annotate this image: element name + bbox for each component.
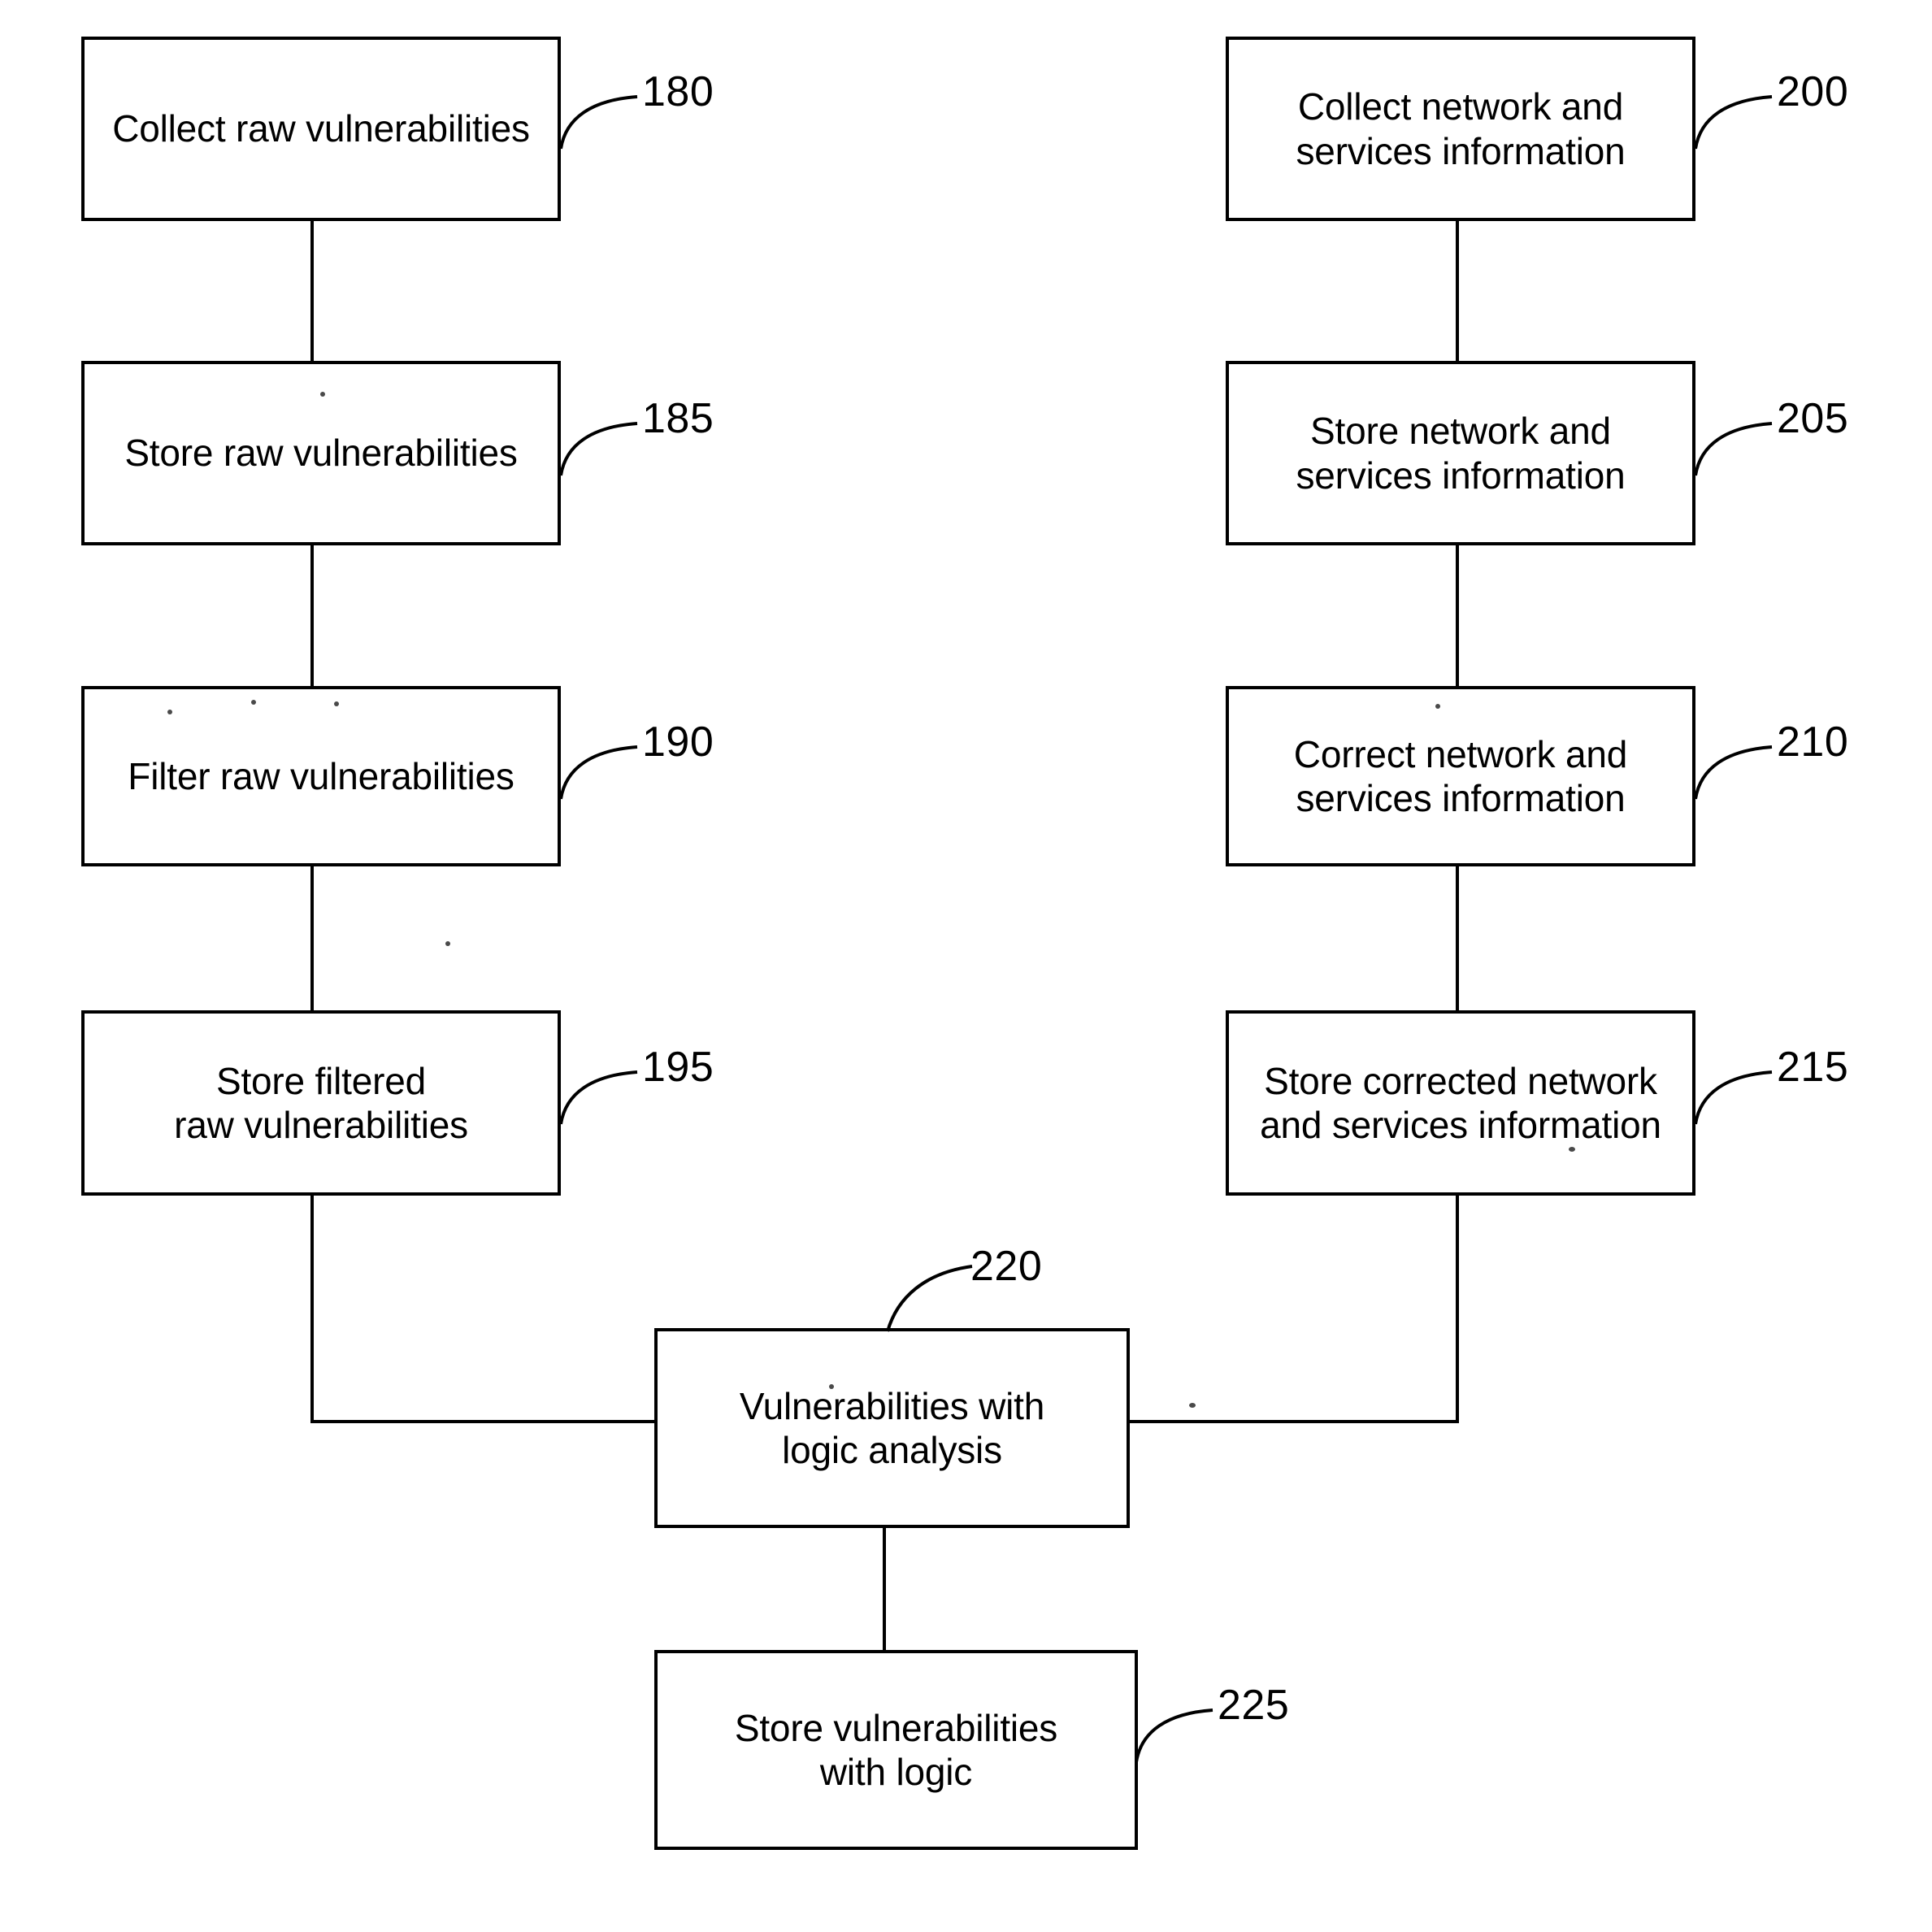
node-store-raw-vulnerabilities[interactable]: Store raw vulnerabilities bbox=[81, 361, 561, 545]
node-label: Collect raw vulnerabilities bbox=[112, 107, 530, 150]
node-correct-network-services-information[interactable]: Correct network and services information bbox=[1226, 686, 1695, 866]
node-store-filtered-raw-vulnerabilities[interactable]: Store filtered raw vulnerabilities bbox=[81, 1010, 561, 1196]
scan-speck bbox=[1569, 1147, 1575, 1152]
edge-190-195 bbox=[310, 866, 314, 1011]
ref-number-215: 215 bbox=[1777, 1044, 1849, 1091]
node-label: Store vulnerabilities with logic bbox=[734, 1706, 1058, 1793]
edge-200-205 bbox=[1456, 219, 1459, 363]
leader-line-220 bbox=[876, 1252, 982, 1333]
node-vulnerabilities-with-logic-analysis[interactable]: Vulnerabilities with logic analysis bbox=[654, 1328, 1130, 1528]
leader-line-195 bbox=[559, 1044, 649, 1126]
edge-195-220-vertical bbox=[310, 1195, 314, 1423]
edge-220-225 bbox=[883, 1526, 886, 1652]
flowchart-canvas: Collect raw vulnerabilities Store raw vu… bbox=[0, 0, 1932, 1932]
ref-number-185: 185 bbox=[642, 395, 714, 442]
ref-number-210: 210 bbox=[1777, 719, 1849, 766]
edge-215-220-horizontal bbox=[1128, 1420, 1459, 1423]
ref-number-220: 220 bbox=[970, 1243, 1043, 1290]
edge-210-215 bbox=[1456, 866, 1459, 1011]
scan-speck bbox=[320, 392, 325, 397]
edge-215-220-vertical bbox=[1456, 1195, 1459, 1423]
edge-205-210 bbox=[1456, 545, 1459, 688]
node-collect-network-services-information[interactable]: Collect network and services information bbox=[1226, 37, 1695, 221]
node-store-network-services-information[interactable]: Store network and services information bbox=[1226, 361, 1695, 545]
leader-line-210 bbox=[1694, 719, 1783, 801]
scan-speck bbox=[1435, 704, 1440, 709]
scan-speck bbox=[1189, 1403, 1196, 1408]
node-store-corrected-network-services-information[interactable]: Store corrected network and services inf… bbox=[1226, 1010, 1695, 1196]
ref-number-195: 195 bbox=[642, 1044, 714, 1091]
ref-number-200: 200 bbox=[1777, 68, 1849, 115]
node-store-vulnerabilities-with-logic[interactable]: Store vulnerabilities with logic bbox=[654, 1650, 1138, 1850]
leader-line-225 bbox=[1135, 1682, 1224, 1764]
ref-number-225: 225 bbox=[1218, 1682, 1290, 1729]
ref-number-205: 205 bbox=[1777, 395, 1849, 442]
ref-number-190: 190 bbox=[642, 719, 714, 766]
leader-line-215 bbox=[1694, 1044, 1783, 1126]
node-label: Collect network and services information bbox=[1296, 85, 1626, 172]
edge-195-220-horizontal bbox=[310, 1420, 658, 1423]
scan-speck bbox=[251, 700, 256, 705]
node-label: Filter raw vulnerabilities bbox=[128, 754, 514, 797]
scan-speck bbox=[167, 710, 172, 714]
edge-180-185 bbox=[310, 219, 314, 363]
scan-speck bbox=[445, 941, 450, 946]
leader-line-200 bbox=[1694, 69, 1783, 150]
leader-line-185 bbox=[559, 396, 649, 477]
leader-line-205 bbox=[1694, 396, 1783, 477]
node-label: Store network and services information bbox=[1296, 410, 1626, 497]
node-label: Correct network and services information bbox=[1293, 732, 1628, 819]
node-label: Store filtered raw vulnerabilities bbox=[174, 1059, 468, 1146]
scan-speck bbox=[829, 1384, 834, 1389]
node-label: Store corrected network and services inf… bbox=[1260, 1059, 1661, 1146]
leader-line-190 bbox=[559, 719, 649, 801]
node-label: Vulnerabilities with logic analysis bbox=[739, 1384, 1045, 1471]
edge-185-190 bbox=[310, 545, 314, 688]
node-filter-raw-vulnerabilities[interactable]: Filter raw vulnerabilities bbox=[81, 686, 561, 866]
leader-line-180 bbox=[559, 69, 649, 150]
node-label: Store raw vulnerabilities bbox=[124, 432, 518, 475]
scan-speck bbox=[334, 701, 339, 706]
node-collect-raw-vulnerabilities[interactable]: Collect raw vulnerabilities bbox=[81, 37, 561, 221]
ref-number-180: 180 bbox=[642, 68, 714, 115]
